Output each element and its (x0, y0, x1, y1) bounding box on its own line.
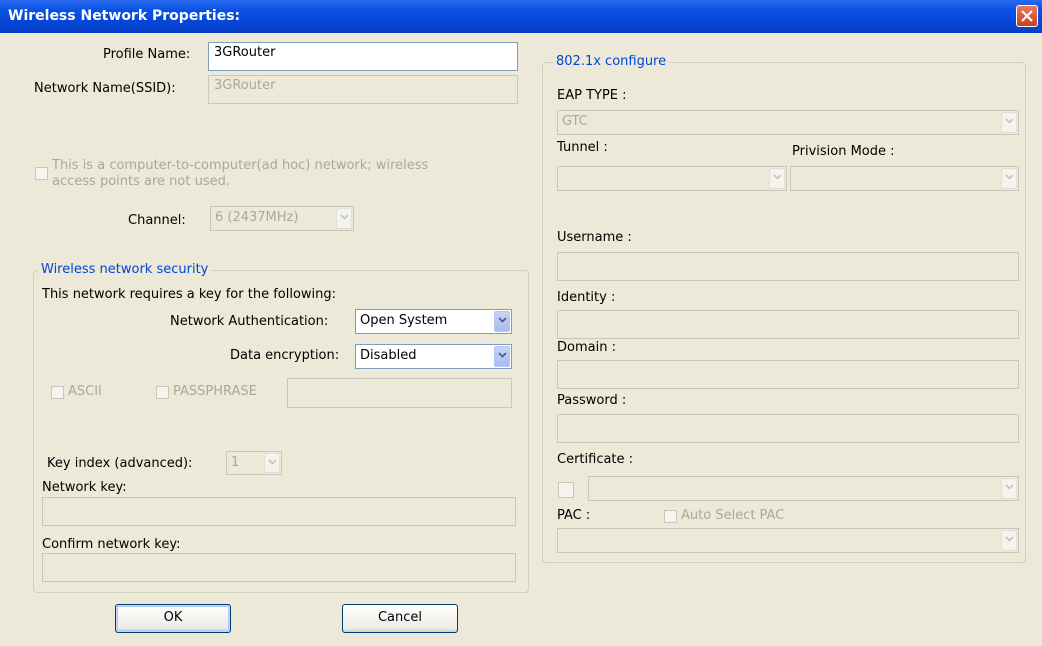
network-key-input[interactable] (42, 497, 516, 526)
eap-group-title: 802.1x configure (553, 54, 670, 69)
profile-name-input[interactable]: 3GRouter (208, 42, 518, 71)
chevron-down-icon (1005, 118, 1014, 124)
domain-label: Domain : (557, 340, 616, 355)
key-index-dropdown-button[interactable] (264, 453, 280, 473)
channel-select[interactable]: 6 (2437MHz) (210, 206, 354, 231)
requires-key-text: This network requires a key for the foll… (42, 287, 337, 302)
key-index-label: Key index (advanced): (47, 456, 193, 471)
tunnel-label: Tunnel : (557, 140, 608, 155)
window-title: Wireless Network Properties: (8, 8, 241, 24)
tunnel-dropdown-button[interactable] (769, 168, 785, 189)
chevron-down-icon (498, 317, 507, 323)
close-icon (1021, 10, 1033, 22)
pac-select[interactable] (557, 528, 1019, 553)
key-index-select[interactable]: 1 (226, 451, 282, 475)
chevron-down-icon (340, 214, 349, 220)
password-input[interactable] (557, 414, 1019, 443)
chevron-down-icon (1005, 174, 1014, 180)
username-input[interactable] (557, 252, 1019, 281)
pac-label: PAC : (557, 508, 591, 523)
tunnel-select[interactable] (557, 166, 787, 191)
provision-mode-label: Privision Mode : (792, 144, 895, 159)
network-auth-dropdown-button[interactable] (494, 311, 510, 332)
eap-type-select[interactable]: GTC (557, 110, 1019, 135)
auto-pac-checkbox[interactable] (664, 510, 677, 523)
security-group-title: Wireless network security (38, 262, 212, 277)
chevron-down-icon (1005, 536, 1014, 542)
adhoc-label-line1: This is a computer-to-computer(ad hoc) n… (52, 158, 429, 173)
eap-type-dropdown-button[interactable] (1001, 112, 1017, 133)
title-bar[interactable]: Wireless Network Properties: (0, 0, 1042, 33)
identity-label: Identity : (557, 290, 616, 305)
chevron-down-icon (1005, 484, 1014, 490)
username-label: Username : (557, 230, 632, 245)
chevron-down-icon (268, 459, 277, 465)
channel-label: Channel: (128, 213, 186, 228)
key-index-value: 1 (231, 455, 240, 470)
data-encryption-label: Data encryption: (230, 348, 340, 363)
adhoc-checkbox[interactable] (35, 167, 48, 180)
channel-value: 6 (2437MHz) (215, 210, 299, 225)
ok-button[interactable]: OK (115, 604, 231, 633)
certificate-select[interactable] (588, 476, 1019, 501)
certificate-checkbox[interactable] (558, 482, 574, 498)
adhoc-label-line2: access points are not used. (52, 174, 230, 189)
wireless-properties-dialog: Wireless Network Properties: Profile Nam… (0, 0, 1042, 646)
channel-dropdown-button[interactable] (336, 208, 352, 229)
cancel-button-label: Cancel (377, 610, 423, 625)
ascii-label: ASCII (68, 384, 102, 399)
identity-input[interactable] (557, 310, 1019, 339)
passphrase-label: PASSPHRASE (173, 384, 257, 399)
provision-mode-dropdown-button[interactable] (1001, 168, 1017, 189)
network-auth-value: Open System (360, 313, 448, 328)
confirm-key-input[interactable] (42, 553, 516, 582)
eap-type-label: EAP TYPE : (557, 88, 627, 103)
ok-button-label: OK (163, 610, 183, 625)
password-label: Password : (557, 393, 627, 408)
certificate-dropdown-button[interactable] (1001, 478, 1017, 499)
network-auth-label: Network Authentication: (170, 314, 329, 329)
ascii-checkbox[interactable] (51, 386, 64, 399)
network-key-label: Network key: (42, 480, 127, 495)
data-encryption-value: Disabled (360, 348, 417, 363)
confirm-key-label: Confirm network key: (42, 537, 181, 552)
passphrase-input[interactable] (287, 378, 512, 408)
close-button[interactable] (1016, 5, 1038, 27)
data-encryption-dropdown-button[interactable] (494, 346, 510, 367)
eap-type-value: GTC (562, 114, 588, 129)
chevron-down-icon (498, 352, 507, 358)
ssid-input[interactable]: 3GRouter (208, 75, 518, 104)
profile-name-label: Profile Name: (103, 47, 191, 62)
cancel-button[interactable]: Cancel (342, 604, 458, 633)
provision-mode-select[interactable] (790, 166, 1019, 191)
data-encryption-select[interactable]: Disabled (355, 344, 512, 369)
passphrase-checkbox[interactable] (156, 386, 169, 399)
network-auth-select[interactable]: Open System (355, 309, 512, 334)
auto-pac-label: Auto Select PAC (681, 508, 785, 523)
chevron-down-icon (773, 174, 782, 180)
pac-dropdown-button[interactable] (1001, 530, 1017, 551)
certificate-label: Certificate : (557, 452, 634, 467)
ssid-label: Network Name(SSID): (34, 81, 176, 96)
domain-input[interactable] (557, 360, 1019, 389)
